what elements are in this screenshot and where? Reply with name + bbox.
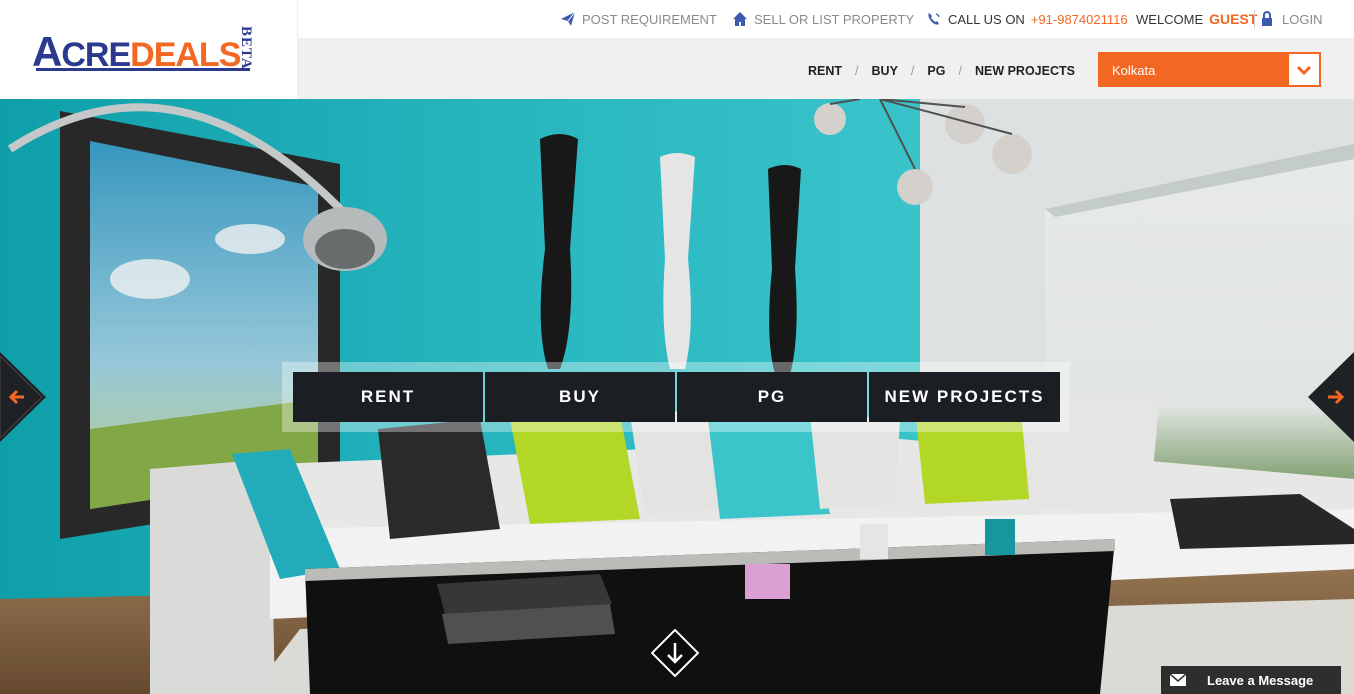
logo-container: ACREDEALS BETA [0, 0, 298, 99]
phone-number[interactable]: +91-9874021116 [1031, 12, 1128, 27]
nav-separator: / [855, 64, 859, 78]
slider-next-button[interactable] [1308, 352, 1354, 442]
call-us-label: CALL US ON [948, 11, 1025, 27]
tab-pg[interactable]: PG [677, 372, 867, 422]
nav-rent[interactable]: RENT [808, 64, 842, 78]
nav-separator: / [910, 64, 915, 78]
search-tabs: RENT BUY PG NEW PROJECTS [293, 372, 1060, 422]
tab-rent[interactable]: RENT [293, 372, 483, 422]
acredeals-logo[interactable]: ACREDEALS BETA [32, 26, 272, 76]
page: ACREDEALS BETA POST REQUIREMENT SELL OR … [0, 0, 1354, 694]
nav-pg[interactable]: PG [927, 64, 945, 78]
main-nav: RENT / BUY / PG / NEW PROJECTS Kolkata [298, 38, 1354, 99]
logo-underline [36, 68, 250, 71]
nav-separator: / [958, 64, 962, 78]
home-icon [732, 11, 748, 27]
guest-label: GUEST [1209, 11, 1258, 27]
city-select[interactable]: Kolkata [1098, 52, 1321, 87]
city-select-value: Kolkata [1112, 63, 1156, 78]
leave-message-label: Leave a Message [1207, 672, 1314, 688]
nav-links: RENT / BUY / PG / NEW PROJECTS [808, 64, 1075, 78]
top-bar: POST REQUIREMENT SELL OR LIST PROPERTY C… [298, 0, 1354, 38]
leave-message-button[interactable]: Leave a Message [1161, 666, 1341, 694]
sell-or-list-property-link[interactable]: SELL OR LIST PROPERTY [732, 11, 914, 27]
tab-buy[interactable]: BUY [485, 372, 675, 422]
sell-or-list-label: SELL OR LIST PROPERTY [754, 11, 915, 27]
login-link[interactable]: LOGIN [1260, 11, 1322, 27]
logo-beta-label: BETA [238, 26, 254, 70]
scroll-down-button[interactable] [650, 628, 700, 678]
tab-new-projects[interactable]: NEW PROJECTS [869, 372, 1060, 422]
phone-icon [926, 11, 942, 27]
slider-prev-button[interactable] [0, 352, 46, 442]
login-label: LOGIN [1282, 11, 1323, 27]
post-requirement-link[interactable]: POST REQUIREMENT [560, 11, 717, 27]
post-requirement-label: POST REQUIREMENT [582, 11, 717, 27]
chevron-down-icon[interactable] [1287, 54, 1319, 85]
lock-icon [1260, 11, 1276, 27]
envelope-icon [1161, 666, 1195, 694]
topbar-divider [1254, 10, 1255, 28]
hero-slider: RENT BUY PG NEW PROJECTS Leave a Message [0, 99, 1354, 694]
site-header: ACREDEALS BETA POST REQUIREMENT SELL OR … [0, 0, 1354, 99]
paper-plane-icon [560, 11, 576, 27]
call-us: CALL US ON +91-9874021116 [926, 11, 1128, 27]
nav-buy[interactable]: BUY [872, 64, 898, 78]
welcome-label: WELCOME [1136, 11, 1204, 27]
search-tabs-panel: RENT BUY PG NEW PROJECTS [282, 362, 1070, 432]
welcome-guest: WELCOME GUEST [1136, 11, 1257, 27]
nav-new-projects[interactable]: NEW PROJECTS [975, 64, 1075, 78]
